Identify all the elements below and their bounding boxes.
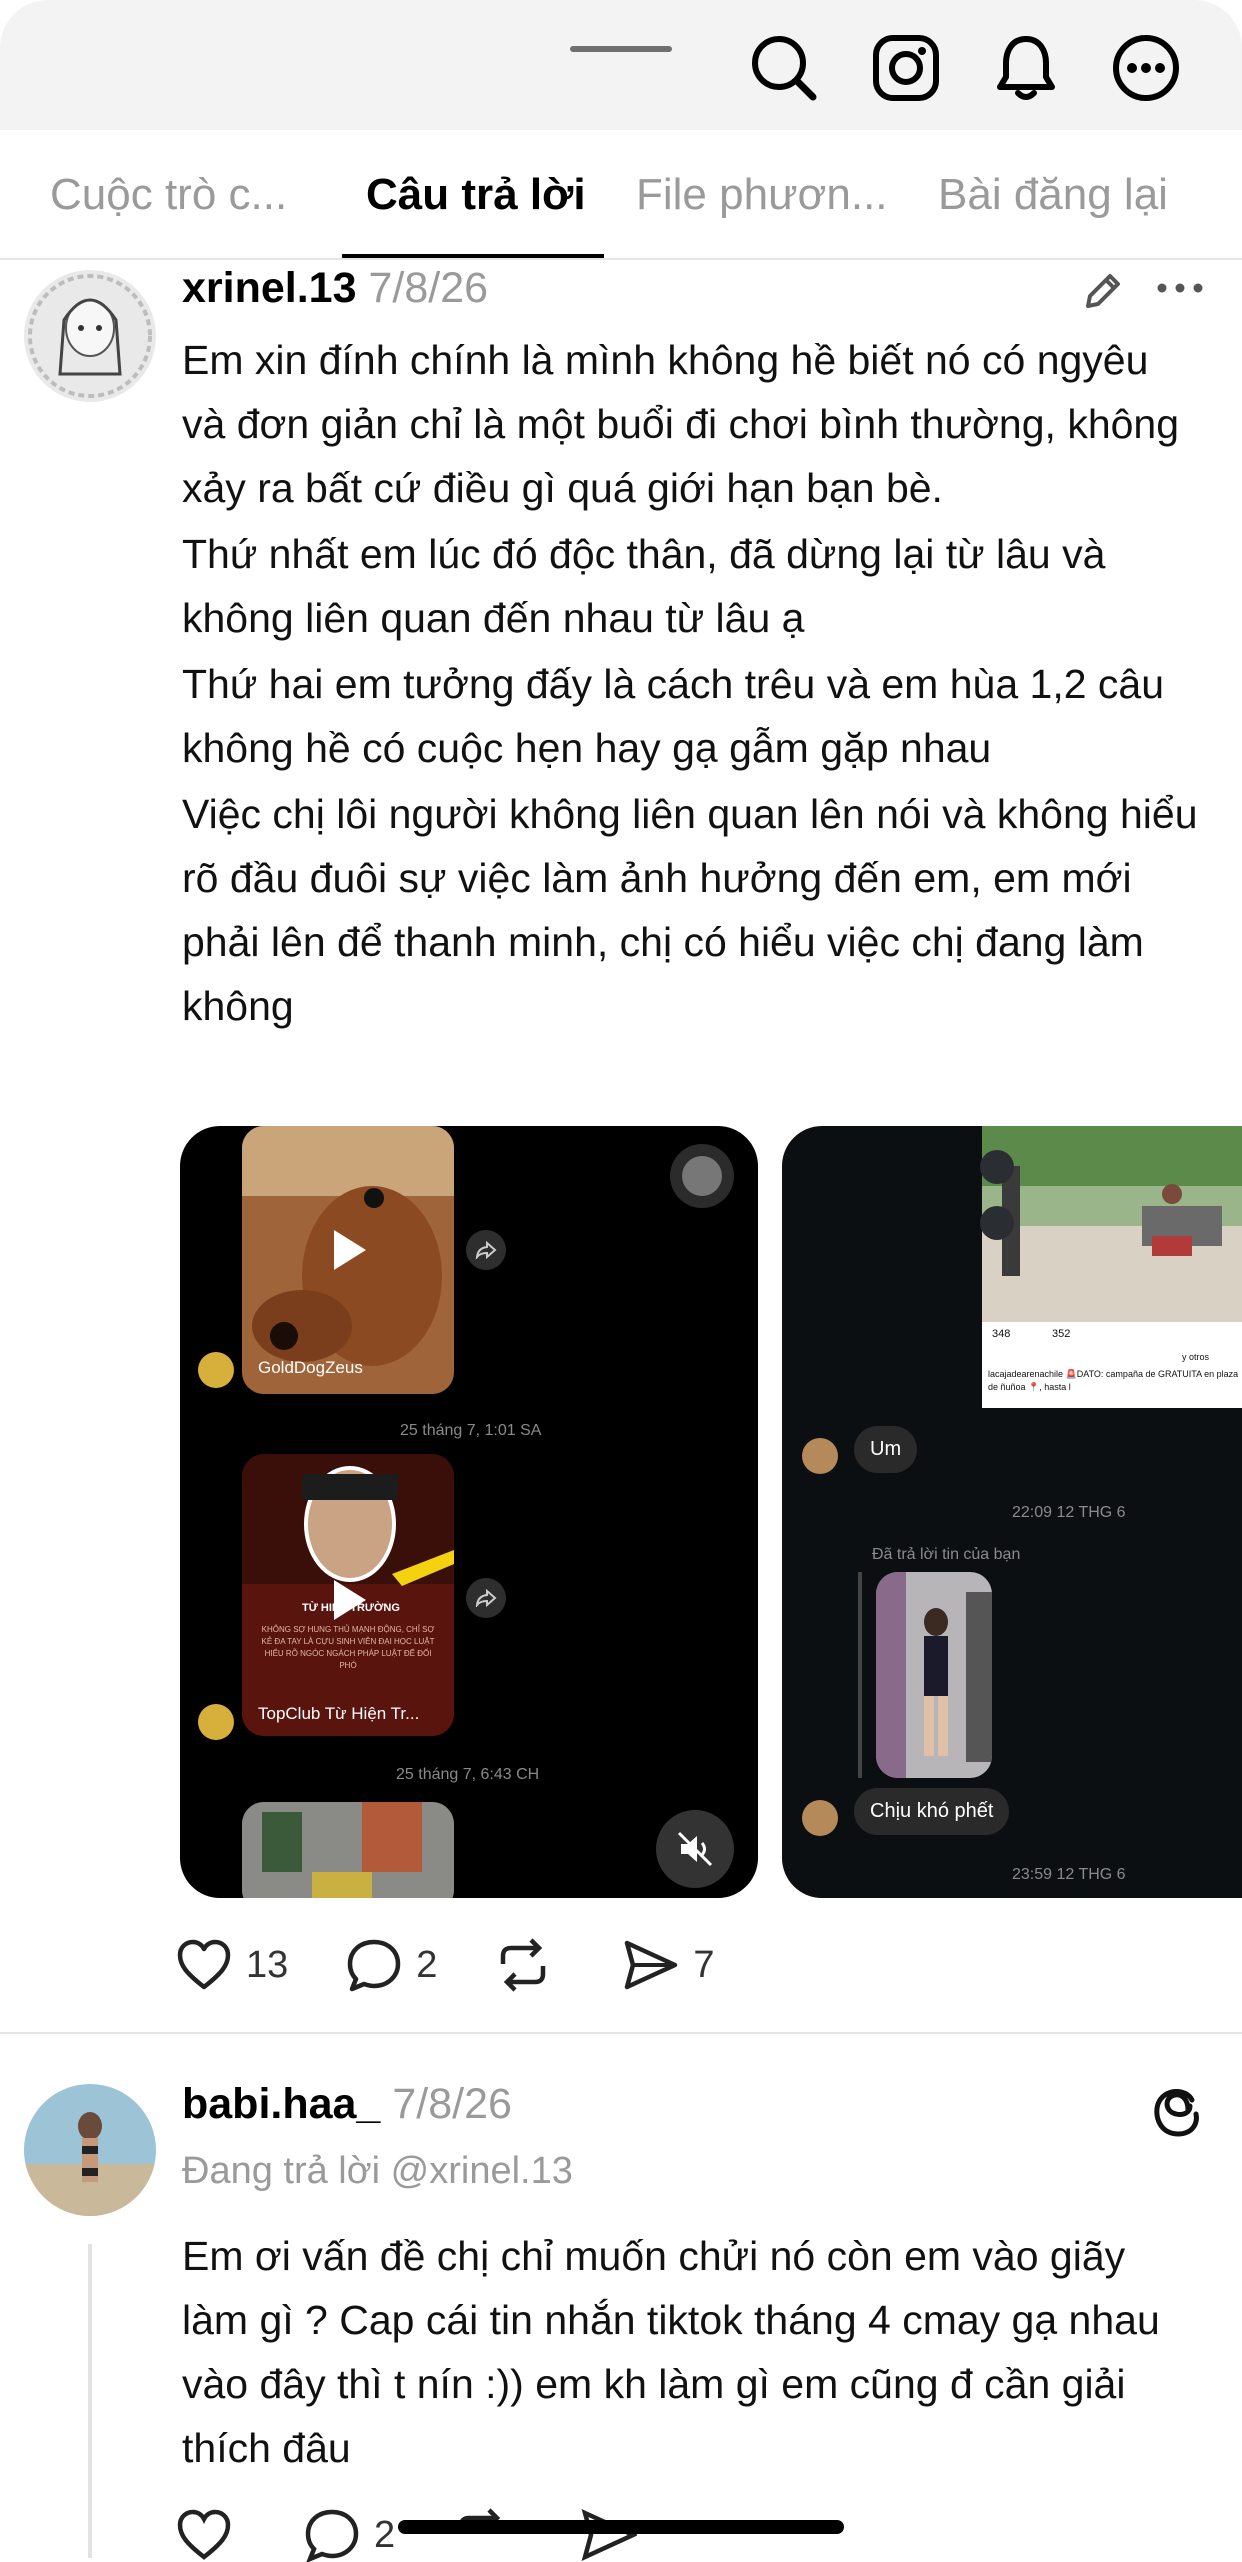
top-bar [0,0,1242,130]
attached-image-2[interactable]: 348 352 y otros lacajadearenachile 🚨DATO… [782,1126,1242,1898]
video-channel: TopClub Từ Hiện Tr... [258,1704,420,1723]
post-header: xrinel.13 7/8/26 [182,264,488,313]
active-tab-indicator [342,254,604,258]
repost-icon [501,1938,546,1992]
post-text: Em ơi vấn đề chị chỉ muốn chửi nó còn em… [182,2233,1160,2471]
heart-icon [177,1939,231,1990]
record-icon[interactable] [670,1144,734,1208]
reply-button[interactable]: 2 [346,1938,437,1992]
profile-tabs: Cuộc trò c... Câu trả lời File phươn... … [0,130,1242,260]
comment-icon [305,2509,359,2562]
post-actions: 2 [176,2508,709,2562]
like-count: 13 [246,1943,289,1986]
reply-button[interactable]: 2 [304,2508,395,2562]
repost-button[interactable] [495,1938,565,1992]
video-thumbnail-street[interactable] [242,1802,454,1898]
threads-icon[interactable] [1152,2084,1204,2145]
comment-icon [348,1939,401,1992]
post-preview-photo[interactable] [982,1126,1242,1322]
reply-label: Đã trả lời tin của bạn [872,1546,1021,1563]
edit-icon[interactable] [1080,268,1126,319]
post-like-count: 348 [992,1328,1011,1340]
mute-icon[interactable] [656,1810,734,1888]
message-timestamp: 23:59 12 THG 6 [1012,1866,1126,1883]
avatar[interactable] [24,2084,156,2216]
post-paragraph: Thứ hai em tưởng đấy là cách trêu và em … [182,661,1165,771]
post-reshare-count: 352 [1052,1328,1071,1340]
play-icon[interactable] [334,1580,366,1620]
post-paragraph: Thứ nhất em lúc đó độc thân, đã dừng lại… [182,531,1106,641]
replying-to[interactable]: Đang trả lời @xrinel.13 [182,2150,573,2193]
drag-handle[interactable] [570,46,672,52]
message-timestamp: 22:09 12 THG 6 [1012,1504,1126,1521]
reply-count: 2 [416,1943,438,1986]
reply-line [858,1572,862,1778]
video-channel: GoldDogZeus [258,1358,363,1377]
like-button[interactable] [176,2509,246,2561]
video-caption: KHÔNG SỢ HUNG THỦ MẠNH ĐỘNG, CHỈ SỢ KẺ Đ… [261,1625,435,1670]
post-menu-icon[interactable] [1154,268,1206,313]
avatar [198,1352,234,1388]
share-count: 7 [693,1943,715,1986]
post-caption: lacajadearenachile 🚨DATO: campaña de GRA… [988,1369,1239,1392]
chat-message: Chịu khó phết [854,1788,1010,1835]
post-header: babi.haa_ 7/8/26 [182,2080,512,2129]
attached-image-1[interactable]: GoldDogZeus 25 tháng 7, 1:01 SA TỪ HIỆN … [180,1126,758,1898]
effects-icon[interactable] [980,1206,1014,1240]
message-timestamp: 25 tháng 7, 6:43 CH [396,1766,540,1783]
play-icon[interactable] [334,1230,366,1270]
divider [0,2032,1242,2034]
username[interactable]: babi.haa_ [182,2080,380,2128]
post-others: y otros [1182,1352,1210,1362]
message-timestamp: 25 tháng 7, 1:01 SA [400,1422,542,1439]
avatar[interactable] [24,270,156,402]
post-paragraph: Việc chị lôi người không liên quan lên n… [182,791,1198,1029]
share-icon[interactable] [466,1230,506,1270]
more-icon[interactable] [1108,30,1184,106]
tab-media[interactable]: File phươn... [636,170,888,220]
bell-icon[interactable] [988,30,1064,106]
post-paragraph: Em xin đính chính là mình không hề biết … [182,337,1180,511]
search-icon[interactable] [746,30,822,106]
share-icon [581,2509,638,2561]
avatar [198,1704,234,1740]
repost-icon [458,2508,501,2534]
tab-conversations[interactable]: Cuộc trò c... [50,170,287,220]
tab-reposts[interactable]: Bài đăng lại [938,170,1168,220]
share-icon [625,1940,678,1990]
post-date: 7/8/26 [368,264,489,312]
tab-replies[interactable]: Câu trả lời [366,170,586,220]
share-button[interactable] [581,2509,651,2561]
avatar [802,1800,838,1836]
instagram-icon[interactable] [868,30,944,106]
avatar [802,1438,838,1474]
reply-photo[interactable] [876,1572,992,1778]
post-actions: 13 2 7 [176,1938,773,1992]
home-indicator[interactable] [398,2520,844,2534]
share-icon[interactable] [466,1578,506,1618]
thread-line [88,2244,92,2558]
post-text: Em xin đính chính là mình không hề biết … [182,328,1202,1040]
chat-message: Um [854,1426,918,1473]
username[interactable]: xrinel.13 [182,264,357,312]
reply-count: 2 [374,2513,396,2556]
filter-icon[interactable] [980,1150,1014,1184]
post-preview-stats: 348 352 y otros lacajadearenachile 🚨DATO… [982,1322,1242,1408]
post-date: 7/8/26 [392,2080,512,2128]
heart-icon [177,2509,231,2560]
share-button[interactable]: 7 [623,1939,715,1991]
repost-button[interactable] [453,2508,523,2562]
like-button[interactable]: 13 [176,1939,288,1991]
